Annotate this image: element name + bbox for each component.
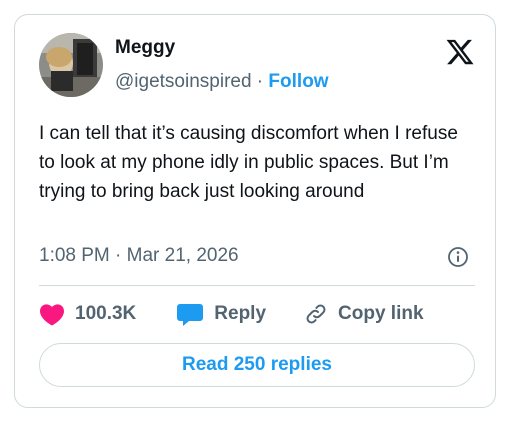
read-replies-label: Read 250 replies	[182, 354, 332, 375]
reply-button[interactable]: Reply	[166, 301, 266, 327]
link-icon	[304, 302, 328, 326]
author-handle[interactable]: @igetsoinspired	[115, 71, 252, 92]
action-bar: 100.3K Reply Copy link	[39, 299, 424, 329]
heart-icon	[39, 302, 65, 326]
follow-button[interactable]: Follow	[268, 71, 328, 92]
avatar[interactable]	[39, 33, 103, 97]
tweet-card: Meggy @igetsoinspired · Follow I can tel…	[14, 14, 496, 408]
like-button[interactable]: 100.3K	[39, 302, 136, 326]
divider	[39, 285, 475, 286]
reply-label: Reply	[214, 303, 267, 324]
copy-link-label: Copy link	[338, 303, 424, 324]
copy-link-button[interactable]: Copy link	[294, 302, 424, 326]
handle-separator: ·	[251, 71, 269, 92]
tweet-text: I can tell that it’s causing discomfort …	[39, 123, 458, 202]
reply-bubble-icon	[176, 301, 204, 327]
read-replies-button[interactable]: Read 250 replies	[39, 343, 475, 387]
info-icon[interactable]	[447, 246, 469, 268]
like-count: 100.3K	[75, 303, 137, 324]
x-logo-icon[interactable]	[445, 37, 475, 67]
tweet-timestamp[interactable]: 1:08 PM · Mar 21, 2026	[39, 245, 239, 267]
author-name[interactable]: Meggy	[115, 37, 175, 59]
handle-row: @igetsoinspired · Follow	[115, 71, 329, 93]
